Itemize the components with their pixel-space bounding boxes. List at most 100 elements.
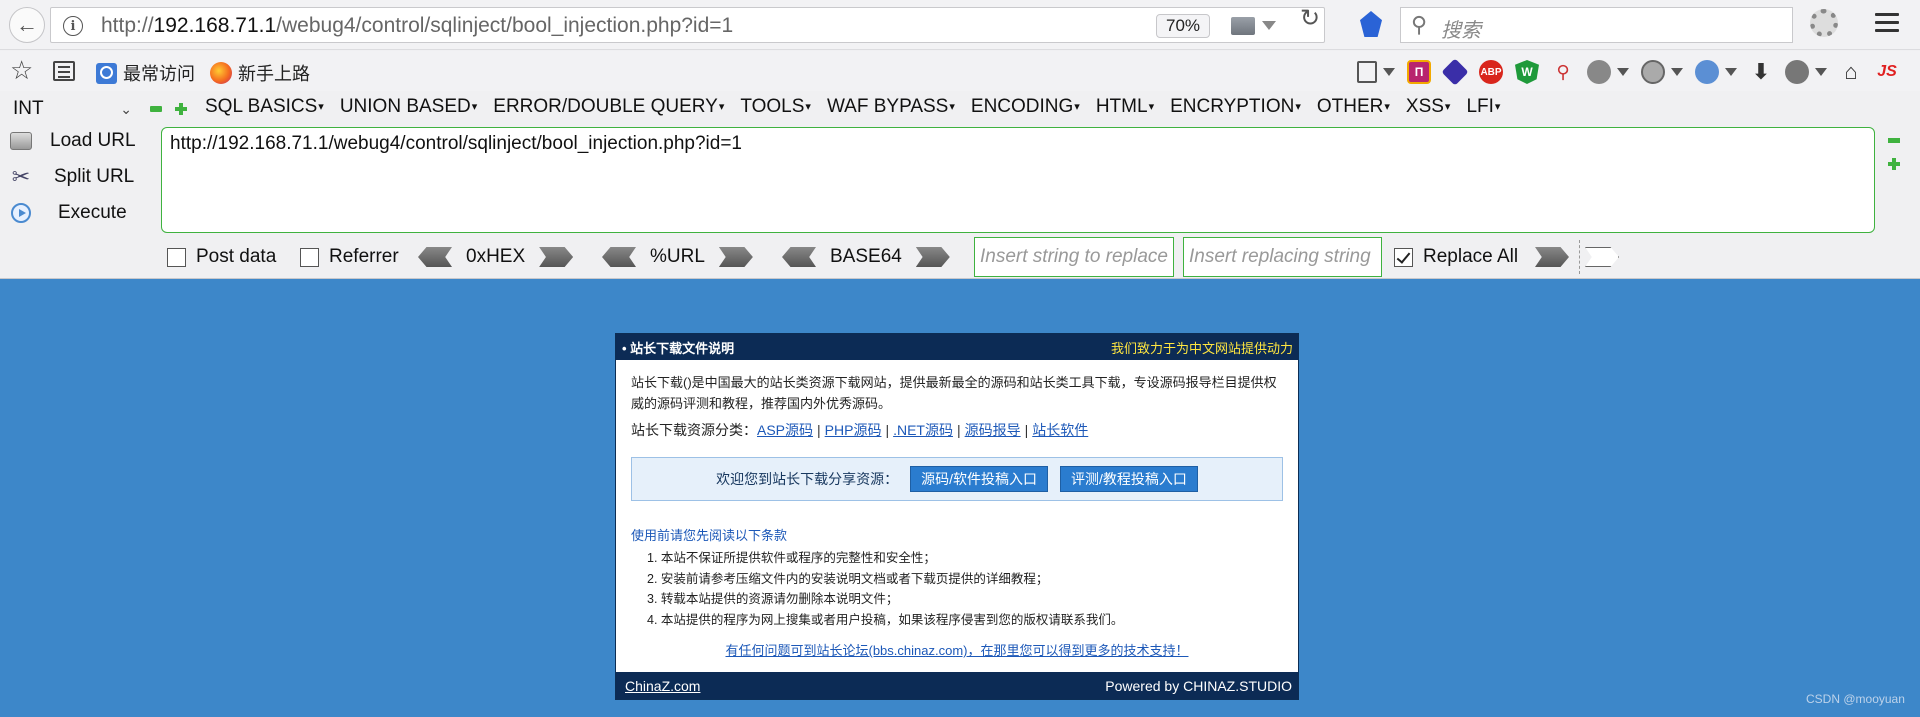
post-data-checkbox[interactable]: Post data [167,246,276,268]
list-item: 1. 本站不保证所提供软件或程序的完整性和安全性； [647,551,936,565]
scissors-icon: ✂ [11,164,31,189]
bookmarks-toolbar: ☆ 最常访问 新手上路 П ABP W ⚲ ⬇ ⌂ JS [0,51,1920,91]
menu-waf-bypass[interactable]: WAF BYPASS [827,96,955,118]
category-link-asp[interactable]: ASP源码 [757,422,813,438]
load-url-button[interactable]: Load URL [8,126,136,156]
back-button[interactable]: ← [9,7,45,43]
menu-xss[interactable]: XSS [1406,96,1451,118]
list-item: 2. 安装前请参考压缩文件内的安装说明文档或者下载页提供的详细教程； [647,571,1049,586]
footer-brand-link[interactable]: ChinaZ.com [625,678,700,694]
url-encode-arrow-icon[interactable] [718,247,753,267]
minus-icon[interactable] [150,106,162,112]
chevron-down-icon[interactable] [1617,68,1629,76]
category-link-php[interactable]: PHP源码 [825,422,882,438]
javascript-icon[interactable]: JS [1875,60,1899,84]
execute-button[interactable]: Execute [8,198,127,228]
replace-arrow-icon[interactable] [1535,247,1569,267]
menu-union-based[interactable]: UNION BASED [340,96,477,118]
home-icon[interactable]: ⌂ [1839,59,1863,84]
hex-encode-arrow-icon[interactable] [539,247,574,267]
base64-decode-arrow-icon[interactable] [782,247,816,267]
shield-icon[interactable]: W [1515,60,1539,84]
gear-icon[interactable] [1810,9,1838,37]
menu-lfi[interactable]: LFI [1466,96,1500,118]
category-link-software[interactable]: 站长软件 [1032,422,1088,438]
info-icon[interactable]: i [63,16,83,36]
pocket-icon[interactable] [1360,11,1382,37]
replace-next-arrow-icon[interactable] [1585,247,1619,267]
layers-icon[interactable] [1441,58,1469,86]
bookmarks-list-icon[interactable] [53,61,75,81]
load-url-icon [8,128,34,154]
category-links: 站长下载资源分类：ASP源码 | PHP源码 | .NET源码 | 源码报导 | 站长软件 [631,422,1089,438]
submit-source-button[interactable]: 源码/软件投稿入口 [910,466,1048,492]
menu-icon[interactable] [1875,13,1899,35]
proxy-icon[interactable] [1695,60,1719,84]
split-url-button[interactable]: ✂ Split URL [8,162,134,192]
checkbox-box[interactable] [300,247,319,267]
panel-header: • 站长下载文件说明 我们致力于为中文网站提供动力 [616,334,1298,360]
hex-decode-arrow-icon[interactable] [418,247,452,267]
menu-other[interactable]: OTHER [1317,96,1390,118]
url-decode-arrow-icon[interactable] [602,247,636,267]
hackbar-url-textarea[interactable]: http://192.168.71.1/webug4/control/sqlin… [161,127,1875,233]
notice-title: 使用前请您先阅读以下条款 [631,528,788,543]
extension-icons: П ABP W ⚲ ⬇ ⌂ JS [1357,58,1899,86]
most-visited-icon [96,62,117,84]
chevron-down-icon[interactable] [1671,68,1683,76]
tampermonkey-icon[interactable]: П [1407,60,1431,84]
magnifier-icon[interactable]: ⚲ [1551,60,1575,84]
star-icon[interactable]: ☆ [10,55,33,86]
category-link-report[interactable]: 源码报导 [965,422,1021,438]
download-icon[interactable]: ⬇ [1749,59,1773,84]
bookmark-getting-started[interactable]: 新手上路 [210,60,310,86]
chevron-down-icon[interactable] [1262,21,1276,30]
copy-icon[interactable] [1357,61,1377,83]
address-text[interactable]: http://192.168.71.1/webug4/control/sqlin… [101,14,733,38]
replace-all-checkbox[interactable]: Replace All [1394,246,1518,268]
globe-icon[interactable] [1587,60,1611,84]
sync-icon[interactable] [1785,60,1809,84]
server-icon[interactable] [1231,17,1255,35]
category-link-dotnet[interactable]: .NET源码 [893,422,953,438]
download-notice-panel: • 站长下载文件说明 我们致力于为中文网站提供动力 站长下载()是中国最大的站长… [615,333,1299,700]
menu-error-double-query[interactable]: ERROR/DOUBLE QUERY [493,96,724,118]
base64-encode-arrow-icon[interactable] [915,247,950,267]
plus-icon[interactable] [175,103,187,115]
checkbox-box[interactable] [1394,247,1413,267]
panel-footer: ChinaZ.com Powered by CHINAZ.STUDIO [616,672,1298,699]
url-path: /webug4/control/sqlinject/bool_injection… [276,14,734,37]
menu-encryption[interactable]: ENCRYPTION [1170,96,1301,118]
zoom-level-badge[interactable]: 70% [1156,14,1211,38]
injection-type-select[interactable]: INT ⌄ [8,95,138,123]
hackbar-menu-items: SQL BASICS UNION BASED ERROR/DOUBLE QUER… [205,96,1516,118]
arrow-left-icon: ← [16,12,38,37]
bookmark-most-visited[interactable]: 最常访问 [96,60,195,86]
minus-icon[interactable] [1888,138,1900,143]
chevron-down-icon[interactable] [1815,68,1827,76]
referrer-checkbox[interactable]: Referrer [300,246,399,268]
terms-list: 1. 本站不保证所提供软件或程序的完整性和安全性； 2. 安装前请参考压缩文件内… [631,548,1283,630]
submit-review-button[interactable]: 评测/教程投稿入口 [1060,466,1198,492]
support-link[interactable]: 有任何问题可到站长论坛(bbs.chinaz.com)，在那里您可以得到更多的技… [631,640,1283,661]
search-bar[interactable]: ⚲ 搜索 [1400,7,1793,43]
plus-icon[interactable] [1888,158,1900,170]
address-bar[interactable]: i http://192.168.71.1/webug4/control/sql… [50,7,1325,43]
url-host: 192.168.71.1 [153,14,277,37]
chevron-down-icon[interactable] [1383,68,1395,76]
reload-icon[interactable]: ↻ [1300,4,1320,33]
hackbar-menu: INT ⌄ SQL BASICS UNION BASED ERROR/DOUBL… [0,91,1920,127]
chevron-down-icon[interactable] [1725,68,1737,76]
play-icon [8,200,34,226]
menu-sql-basics[interactable]: SQL BASICS [205,96,324,118]
menu-encoding[interactable]: ENCODING [971,96,1080,118]
cookie-icon[interactable] [1641,60,1665,84]
search-placeholder: 搜索 [1441,20,1481,42]
checkbox-box[interactable] [167,247,186,267]
replace-search-input[interactable]: Insert string to replace [974,237,1174,277]
split-url-label: Split URL [54,166,135,187]
adblock-icon[interactable]: ABP [1479,60,1503,84]
menu-html[interactable]: HTML [1096,96,1154,118]
menu-tools[interactable]: TOOLS [740,96,811,118]
replace-with-input[interactable]: Insert replacing string [1183,237,1382,277]
